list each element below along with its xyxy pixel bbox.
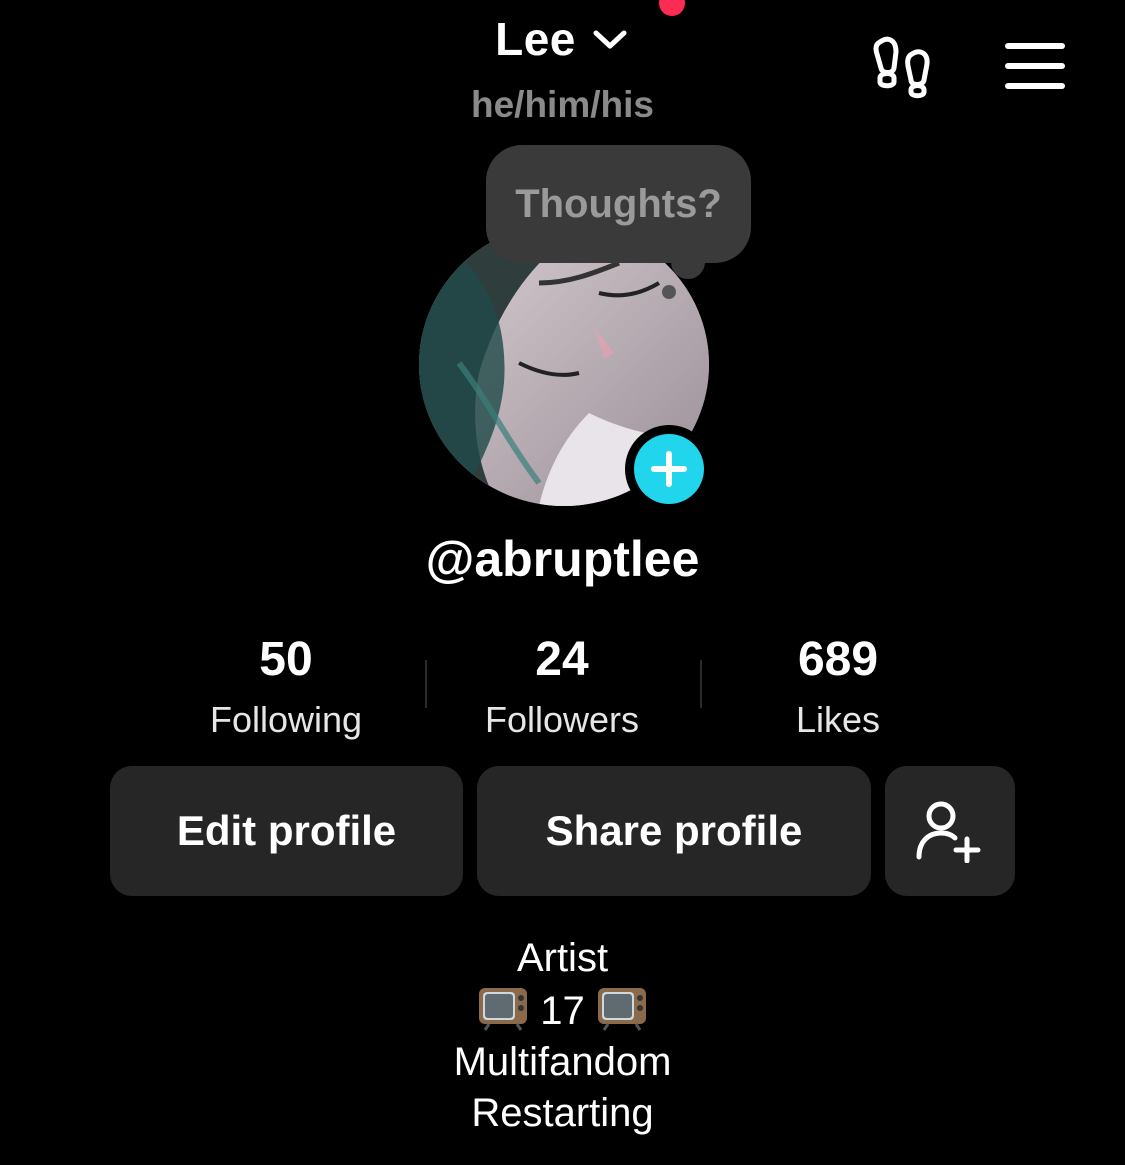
stat-value: 689 [797,633,879,686]
account-switcher[interactable]: Lee [0,12,1125,66]
stat-value: 24 [535,633,589,686]
stat-following[interactable]: 50 Following [146,628,426,748]
profile-handle: @abruptlee [425,531,700,587]
stat-value: 50 [259,633,313,686]
pronouns: he/him/his [471,84,654,125]
stat-label: Following [209,699,363,740]
profile-views-button[interactable] [868,34,936,100]
stat-likes[interactable]: 689 Likes [698,628,978,748]
thought-bubble-dot [662,285,676,299]
hamburger-menu-icon [1005,43,1065,89]
television-icon [597,988,646,1031]
stat-label: Likes [795,699,881,740]
bio-line: Restarting [471,1091,654,1135]
add-avatar-badge [634,434,704,504]
add-user-icon [916,801,981,863]
share-profile-button[interactable]: Share profile [477,766,871,896]
edit-profile-button[interactable]: Edit profile [110,766,463,896]
edit-profile-label: Edit profile [176,807,397,854]
share-profile-label: Share profile [545,807,803,854]
bio-line: Multifandom [453,1040,672,1084]
stat-followers[interactable]: 24 Followers [422,628,702,748]
thought-bubble[interactable]: Thoughts? [486,145,751,263]
television-icon [479,988,528,1031]
bio: Artist 17 Multifandom Restarting [0,933,1125,1139]
plus-icon [651,451,687,487]
bio-age: 17 [540,989,585,1033]
stat-label: Followers [484,699,640,740]
bio-line: Artist [516,936,609,980]
menu-button[interactable] [1000,40,1068,92]
chevron-down-icon [593,30,627,49]
bio-line: 17 [0,984,1125,1037]
add-avatar-button[interactable] [625,425,713,513]
add-friends-button[interactable] [885,766,1015,896]
username: Lee [495,13,576,65]
footprints-icon [873,36,930,99]
